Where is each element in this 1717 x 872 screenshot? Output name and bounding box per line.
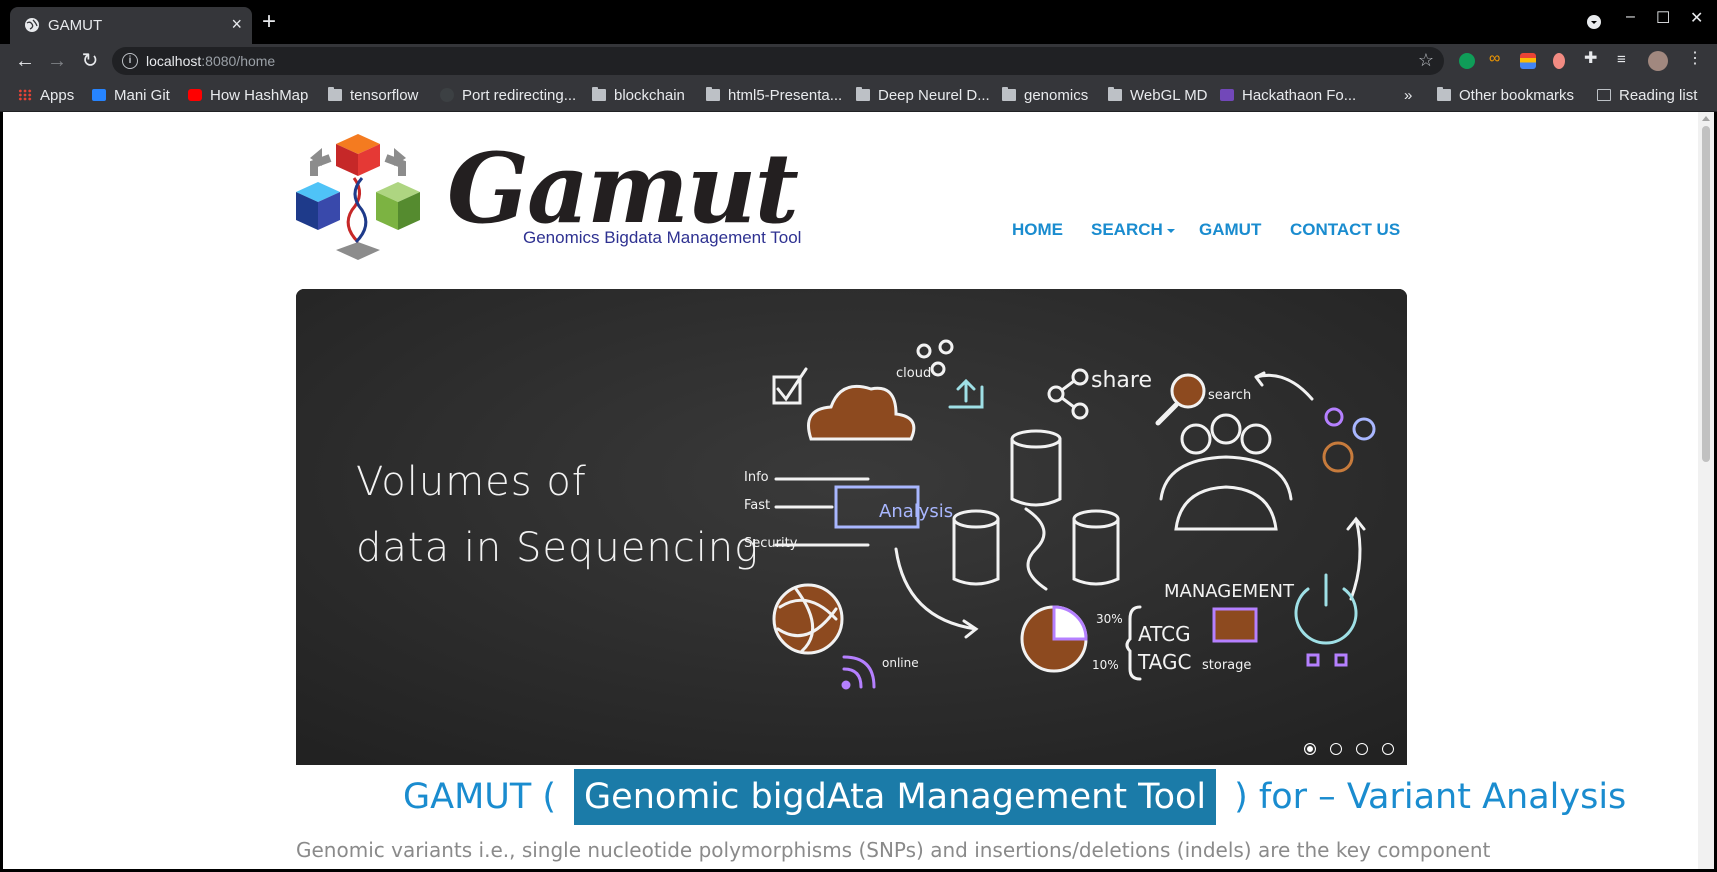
extension-green-icon[interactable] xyxy=(1459,53,1475,69)
svg-text:Analysis: Analysis xyxy=(879,501,953,522)
bookmarks-overflow-button[interactable]: » xyxy=(1404,85,1412,105)
hero-carousel[interactable]: Analysis Info Fast Security cloud share … xyxy=(296,289,1407,765)
folder-icon xyxy=(706,87,720,101)
nav-gamut[interactable]: GAMUT xyxy=(1199,220,1261,240)
svg-text:share: share xyxy=(1091,368,1152,393)
tab-search-icon[interactable] xyxy=(1586,14,1602,35)
tab-strip: GAMUT × + – ☐ ✕ xyxy=(0,0,1717,44)
folder-icon xyxy=(1437,87,1451,101)
toolbar: ← → ↻ i localhost:8080/home ☆ ∞ ✚ ≡ ⋮ xyxy=(0,44,1717,78)
svg-text:MANAGEMENT: MANAGEMENT xyxy=(1164,581,1295,602)
bookmark-star-icon[interactable]: ☆ xyxy=(1418,50,1434,71)
carousel-indicator-4[interactable] xyxy=(1382,743,1394,755)
svg-text:search: search xyxy=(1208,388,1251,403)
profile-avatar[interactable] xyxy=(1648,51,1668,71)
globe-icon xyxy=(25,18,39,32)
carousel-indicator-3[interactable] xyxy=(1356,743,1368,755)
bookmark-blockchain[interactable]: blockchain xyxy=(592,85,685,105)
tab-gamut[interactable]: GAMUT × xyxy=(10,7,252,44)
minimize-icon[interactable]: – xyxy=(1626,8,1635,26)
bookmark-other-bookmarks[interactable]: Other bookmarks xyxy=(1437,85,1574,105)
svg-text:storage: storage xyxy=(1202,658,1251,673)
reading-list-button[interactable]: Reading list xyxy=(1597,85,1697,105)
bookmark-html5-presenta[interactable]: html5-Presenta... xyxy=(706,85,842,105)
close-tab-icon[interactable]: × xyxy=(231,14,242,34)
youtube-icon xyxy=(188,89,202,101)
carousel-indicator-2[interactable] xyxy=(1330,743,1342,755)
apps-grid-icon xyxy=(18,89,32,101)
svg-text:10%: 10% xyxy=(1092,658,1119,672)
logo-subtitle: Genomics Bigdata Management Tool xyxy=(523,228,802,247)
nav-contact-us[interactable]: CONTACT US xyxy=(1290,220,1400,240)
bookmark-tensorflow[interactable]: tensorflow xyxy=(328,85,418,105)
folder-icon xyxy=(1108,87,1122,101)
bookmark-apps[interactable]: Apps xyxy=(18,85,74,105)
page-scrollbar[interactable] xyxy=(1698,112,1714,869)
bookmark-webgl-md[interactable]: WebGL MD xyxy=(1108,85,1208,105)
headline-prefix: GAMUT ( xyxy=(403,777,557,817)
folder-icon xyxy=(1002,87,1016,101)
svg-text:30%: 30% xyxy=(1096,612,1123,626)
back-button[interactable]: ← xyxy=(12,48,38,74)
extension-infinity-icon[interactable]: ∞ xyxy=(1489,51,1505,68)
nav-search[interactable]: SEARCH xyxy=(1091,220,1175,240)
svg-text:online: online xyxy=(882,656,919,670)
svg-text:Info: Info xyxy=(744,470,769,485)
scrollbar-thumb[interactable] xyxy=(1702,126,1710,462)
folder-icon xyxy=(592,87,606,101)
bookmark-how-hashmap[interactable]: How HashMap xyxy=(188,85,308,105)
url-text: localhost:8080/home xyxy=(146,53,276,69)
svg-text:TAGC: TAGC xyxy=(1137,650,1191,674)
bitbucket-icon xyxy=(92,89,106,101)
bookmarks-bar: Apps Mani Git How HashMap tensorflow Por… xyxy=(0,78,1717,112)
page-headline: GAMUT ( Genomic bigdAta Management Tool … xyxy=(403,767,1626,827)
scroll-up-icon[interactable] xyxy=(1702,116,1710,121)
chevron-down-icon xyxy=(1166,228,1175,233)
forms-icon xyxy=(1220,89,1234,101)
new-tab-button[interactable]: + xyxy=(262,8,276,36)
reload-button[interactable]: ↻ xyxy=(77,48,103,74)
bookmark-deep-neurel[interactable]: Deep Neurel D... xyxy=(856,85,990,105)
headline-suffix: ) for – Variant Analysis xyxy=(1234,777,1627,817)
close-window-icon[interactable]: ✕ xyxy=(1690,8,1703,28)
bookmark-port-redirecting[interactable]: Port redirecting... xyxy=(440,85,576,105)
bookmark-mani-git[interactable]: Mani Git xyxy=(92,85,170,105)
slide-caption-line2: data in Sequencing xyxy=(356,525,760,571)
page-viewport: Gamut Genomics Bigdata Management Tool H… xyxy=(3,112,1701,869)
slide-caption-line1: Volumes of xyxy=(356,459,587,505)
media-control-icon[interactable]: ≡ xyxy=(1617,52,1633,69)
extensions-puzzle-icon[interactable]: ✚ xyxy=(1584,51,1600,68)
intro-paragraph: Genomic variants i.e., single nucleotide… xyxy=(296,838,1491,862)
menu-kebab-icon[interactable]: ⋮ xyxy=(1687,51,1703,68)
gamut-logo-icon[interactable] xyxy=(296,130,420,262)
nav-home[interactable]: HOME xyxy=(1012,220,1063,240)
svg-text:ATCG: ATCG xyxy=(1138,622,1191,646)
carousel-indicator-1[interactable] xyxy=(1304,743,1316,755)
extension-orange-icon[interactable] xyxy=(1553,53,1565,69)
folder-icon xyxy=(328,87,342,101)
site-info-icon[interactable]: i xyxy=(122,53,138,69)
svg-text:cloud: cloud xyxy=(896,366,931,381)
reading-list-icon xyxy=(1597,89,1611,101)
bookmark-hackathaon[interactable]: Hackathaon Fo... xyxy=(1220,85,1356,105)
bookmark-genomics[interactable]: genomics xyxy=(1002,85,1088,105)
headline-highlight: Genomic bigdAta Management Tool xyxy=(574,769,1217,825)
globe-icon xyxy=(440,88,454,102)
maximize-icon[interactable]: ☐ xyxy=(1656,8,1670,28)
address-bar[interactable]: i localhost:8080/home ☆ xyxy=(112,47,1444,75)
extension-bars-icon[interactable] xyxy=(1520,53,1536,69)
browser-chrome: GAMUT × + – ☐ ✕ ← → ↻ i localhost:8080/h… xyxy=(0,0,1717,112)
tab-title: GAMUT xyxy=(48,17,103,34)
folder-icon xyxy=(856,87,870,101)
svg-text:Fast: Fast xyxy=(744,498,770,513)
forward-button[interactable]: → xyxy=(44,48,70,74)
